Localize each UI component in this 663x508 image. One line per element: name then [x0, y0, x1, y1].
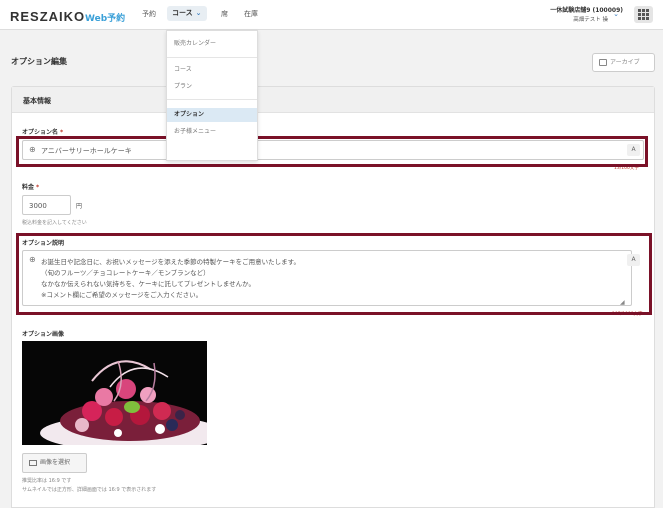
image-icon: [29, 460, 37, 466]
menu-divider: [167, 99, 257, 100]
price-hint: 税込料金を記入してください: [22, 220, 87, 226]
archive-button[interactable]: アーカイブ: [592, 53, 655, 72]
cake-photo: [22, 341, 207, 445]
section-title: 基本情報: [23, 97, 51, 105]
nav-course[interactable]: コース ⌄: [167, 6, 207, 21]
grid-icon: [638, 9, 649, 20]
price-label: 料金 *: [22, 182, 39, 191]
highlight-frame-description: [16, 233, 652, 315]
nav-seat[interactable]: 席: [221, 9, 228, 19]
archive-label: アーカイブ: [610, 59, 640, 66]
course-dropdown-menu: 販売カレンダー コース プラン オプション お子様メニュー: [166, 30, 258, 161]
app-grid-button[interactable]: [634, 6, 653, 23]
option-name-label-text: オプション名: [22, 129, 59, 136]
select-image-button[interactable]: 画像を選択: [22, 453, 87, 473]
logo-subtitle: Web予約: [85, 14, 126, 24]
required-mark: *: [60, 129, 64, 136]
nav-course-label: コース: [172, 9, 193, 17]
menu-item-option[interactable]: オプション: [167, 108, 257, 122]
image-hint-ratio: 推奨比率は 16:9 です: [22, 478, 72, 484]
menu-item-sales-calendar[interactable]: 販売カレンダー: [167, 37, 257, 51]
nav-reserve[interactable]: 予約: [142, 9, 156, 19]
menu-divider: [167, 57, 257, 58]
price-value: 3000: [29, 202, 47, 210]
store-name: 一休試験店舗9 (100009): [550, 7, 623, 14]
price-label-text: 料金: [22, 184, 35, 191]
chevron-down-icon[interactable]: ⌄: [613, 10, 619, 18]
cake-illustration: [22, 341, 207, 445]
menu-item-course[interactable]: コース: [167, 63, 257, 77]
archive-icon: [599, 59, 607, 66]
image-label: オプション画像: [22, 331, 65, 338]
user-name: 高畑テスト 操: [573, 17, 608, 23]
card-header: 基本情報: [12, 87, 654, 113]
menu-item-plan[interactable]: プラン: [167, 80, 257, 94]
chevron-down-icon: ⌄: [195, 9, 202, 17]
price-unit: 円: [76, 203, 83, 210]
menu-item-kids-menu[interactable]: お子様メニュー: [167, 125, 257, 139]
page-title: オプション編集: [11, 57, 67, 66]
price-input[interactable]: 3000: [22, 195, 71, 215]
image-hint-display: サムネイルでは正方形、詳細画面では 16:9 で表示されます: [22, 487, 157, 493]
select-image-label: 画像を選択: [40, 459, 71, 466]
top-header: RESZAIKO Web予約 予約 コース ⌄ 席 在庫 一休試験店舗9 (100…: [0, 0, 663, 30]
required-mark: *: [36, 184, 40, 191]
nav-stock[interactable]: 在庫: [244, 9, 258, 19]
highlight-frame-name: [16, 136, 648, 167]
option-name-label: オプション名 *: [22, 127, 63, 136]
logo[interactable]: RESZAIKO: [10, 9, 85, 24]
